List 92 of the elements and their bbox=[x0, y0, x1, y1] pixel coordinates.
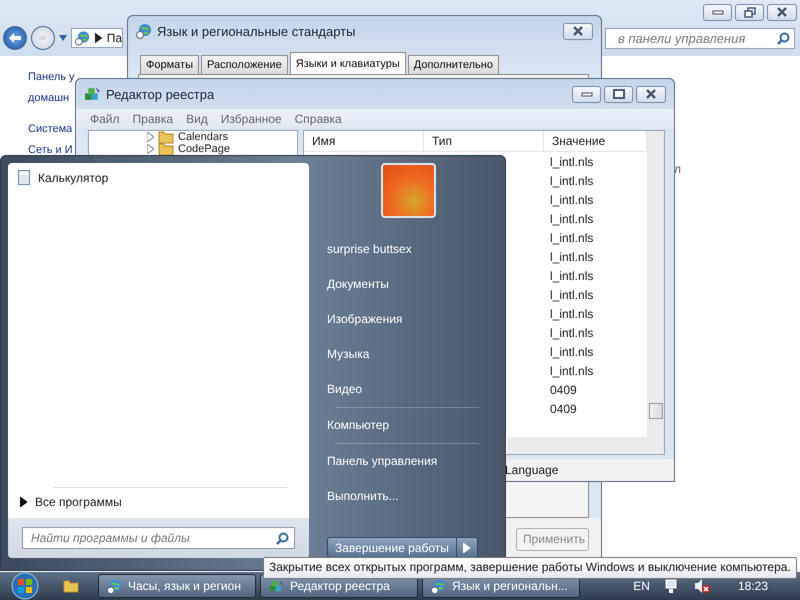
folder-icon bbox=[63, 579, 79, 593]
triangle-icon bbox=[20, 497, 27, 507]
search-icon bbox=[276, 532, 289, 544]
tab[interactable]: Языки и клавиатуры bbox=[290, 52, 406, 74]
maximize-button[interactable] bbox=[604, 86, 633, 102]
restore-icon bbox=[744, 6, 756, 18]
close-button[interactable] bbox=[563, 22, 593, 40]
task-link[interactable]: Панель у bbox=[28, 70, 75, 85]
address-bar[interactable]: Па bbox=[71, 28, 123, 48]
minimize-button[interactable] bbox=[703, 4, 732, 20]
dropdown-icon bbox=[59, 35, 67, 41]
address-text: Па bbox=[106, 31, 122, 45]
table-cell-text: l_intl.nls bbox=[549, 154, 594, 168]
vertical-scrollbar[interactable] bbox=[647, 131, 664, 437]
column-header[interactable]: Тип bbox=[424, 131, 544, 151]
table-cell-text: l_intl.nls bbox=[549, 230, 594, 244]
table-cell-text: l_intl.nls bbox=[549, 250, 594, 264]
table-cell-text: l_intl.nls bbox=[549, 192, 594, 206]
cubes-icon bbox=[269, 578, 284, 594]
table-cell-text: l_intl.nls bbox=[549, 212, 594, 226]
menu-item[interactable]: Справка bbox=[294, 112, 342, 126]
table-cell-text: l_intl.nls bbox=[549, 326, 594, 340]
task-link[interactable]: Сеть и И bbox=[28, 143, 73, 158]
back-button[interactable] bbox=[3, 26, 27, 50]
triangle-icon bbox=[463, 542, 470, 552]
globe-icon bbox=[107, 578, 122, 594]
tree-item[interactable]: Calendars bbox=[178, 131, 228, 143]
program-item[interactable]: Калькулятор bbox=[38, 170, 108, 184]
user-name-item[interactable]: surprise buttsex bbox=[327, 232, 505, 267]
calculator-icon bbox=[18, 170, 30, 185]
right-arrow-icon bbox=[38, 34, 48, 42]
tooltip: Закрытие всех открытых программ, завершение работы Windows и выключение компьютера. bbox=[263, 557, 797, 579]
tree-item[interactable]: CodePage bbox=[178, 143, 230, 155]
globe-icon bbox=[75, 30, 90, 46]
minimize-icon bbox=[580, 91, 592, 97]
globe-icon bbox=[136, 23, 152, 39]
status-text: Language bbox=[505, 463, 558, 477]
task-link[interactable]: Система bbox=[28, 122, 72, 137]
tab[interactable]: Форматы bbox=[140, 55, 199, 74]
menu-item[interactable]: Музыка bbox=[327, 337, 505, 372]
tab[interactable]: Расположение bbox=[200, 55, 288, 74]
left-arrow-icon bbox=[8, 32, 22, 44]
menu-item[interactable]: Избранное bbox=[220, 112, 282, 126]
clock[interactable]: 18:23 bbox=[738, 579, 768, 593]
menu-item[interactable]: Выполнить... bbox=[327, 479, 505, 514]
table-cell-text: 0409 bbox=[549, 382, 578, 396]
task-link[interactable]: домашн bbox=[28, 91, 70, 106]
triangle-icon bbox=[95, 33, 102, 43]
table-cell-text: l_intl.nls bbox=[549, 288, 594, 302]
forward-button[interactable] bbox=[31, 26, 55, 50]
search-field[interactable]: Найти программы и файлы bbox=[22, 527, 295, 549]
menu-item[interactable]: Правка bbox=[132, 112, 174, 126]
close-icon bbox=[645, 89, 657, 99]
menu-item[interactable]: Документы bbox=[327, 267, 505, 302]
menu-item[interactable]: Компьютер bbox=[327, 408, 505, 443]
table-cell-text: l_intl.nls bbox=[549, 174, 594, 188]
menu-item[interactable]: Панель управления bbox=[327, 444, 505, 479]
search-field[interactable]: в панели управления bbox=[605, 28, 795, 48]
minimize-button[interactable] bbox=[572, 86, 601, 102]
tab[interactable]: Дополнительно bbox=[408, 55, 499, 74]
muted-speaker-icon bbox=[694, 578, 710, 594]
maximize-icon bbox=[612, 89, 624, 99]
close-button[interactable] bbox=[636, 86, 666, 102]
photo-placeholder[interactable] bbox=[381, 163, 436, 218]
close-icon bbox=[776, 7, 788, 17]
menu-item[interactable]: Вид bbox=[186, 112, 208, 126]
shutdown-button[interactable]: Завершение работы bbox=[327, 537, 457, 558]
window-title: Язык и региональные стандарты bbox=[157, 24, 356, 38]
menu-item[interactable]: Видео bbox=[327, 372, 505, 407]
globe-icon bbox=[431, 578, 446, 594]
taskbar-button[interactable]: Часы, язык и регион bbox=[98, 574, 256, 598]
table-cell-text: l_intl.nls bbox=[549, 364, 594, 378]
search-icon bbox=[777, 32, 790, 44]
horizontal-scrollbar[interactable] bbox=[507, 437, 664, 454]
close-button[interactable] bbox=[767, 4, 797, 20]
apply-button[interactable]: Применить bbox=[516, 528, 589, 550]
table-cell-text: l_intl.nls bbox=[549, 268, 594, 282]
menu-item[interactable]: Файл bbox=[90, 112, 120, 126]
shutdown-options-button[interactable] bbox=[456, 537, 478, 558]
minimize-icon bbox=[712, 9, 724, 15]
restore-button[interactable] bbox=[735, 4, 764, 20]
cubes-icon bbox=[84, 86, 101, 102]
close-icon bbox=[572, 26, 584, 36]
table-cell-text: l_intl.nls bbox=[549, 306, 594, 320]
menu-item[interactable]: Изображения bbox=[327, 302, 505, 337]
language-indicator[interactable]: EN bbox=[633, 579, 650, 593]
all-programs-link[interactable]: Все программы bbox=[35, 495, 122, 509]
table-cell-text: 0409 bbox=[549, 402, 578, 416]
window-title: Редактор реестра bbox=[106, 86, 214, 102]
table-cell-text: l_intl.nls bbox=[549, 344, 594, 358]
text-fragment: л bbox=[674, 162, 682, 176]
column-header[interactable]: Имя bbox=[304, 131, 424, 151]
